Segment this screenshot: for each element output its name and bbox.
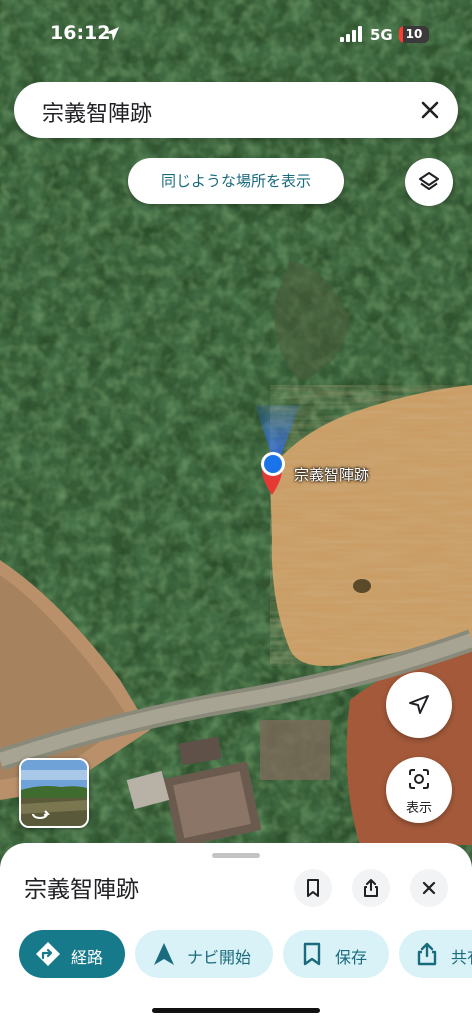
bookmark-icon (303, 942, 321, 966)
street-view-thumbnail[interactable] (19, 758, 89, 828)
search-query[interactable]: 宗義智陣跡 (42, 96, 152, 128)
show-similar-places-button[interactable]: 同じような場所を表示 (128, 158, 344, 204)
map-layers-button[interactable] (405, 158, 453, 206)
start-navigation-button[interactable]: ナビ開始 (135, 930, 273, 978)
map-pin-label[interactable]: 宗義智陣跡 (294, 464, 369, 485)
cellular-signal-icon (340, 26, 362, 42)
bookmark-icon (307, 879, 319, 897)
battery-indicator: 10 (399, 26, 429, 43)
my-location-button[interactable] (386, 672, 452, 738)
camera-lens-icon (409, 769, 429, 789)
close-icon (422, 881, 436, 895)
directions-label: 経路 (71, 948, 104, 967)
share-label: 共有 (451, 948, 472, 967)
start-navigation-label: ナビ開始 (187, 948, 252, 967)
share-place-button[interactable] (352, 869, 390, 907)
sheet-drag-handle[interactable] (212, 853, 260, 858)
save-button[interactable]: 保存 (283, 930, 389, 978)
close-icon[interactable] (416, 96, 444, 124)
search-bar[interactable]: 宗義智陣跡 (14, 82, 458, 138)
layers-icon (419, 172, 439, 190)
place-title: 宗義智陣跡 (24, 877, 139, 903)
lens-view-button[interactable]: 表示 (386, 757, 452, 823)
home-indicator[interactable] (152, 1008, 320, 1013)
lens-view-label: 表示 (405, 801, 432, 816)
share-button[interactable]: 共有 (399, 930, 472, 978)
location-services-icon (105, 27, 119, 41)
directions-icon (36, 942, 60, 966)
status-bar: 16:12 5G 10 (0, 0, 472, 70)
navigation-arrow-icon (154, 943, 174, 965)
street-view-preview (21, 760, 87, 826)
share-icon (364, 879, 378, 897)
place-bottom-sheet[interactable]: 宗義智陣跡 経路 ナビ開始 保存 共 (0, 843, 472, 1024)
battery-level: 10 (405, 27, 423, 41)
save-label: 保存 (335, 948, 368, 967)
share-icon (417, 942, 437, 966)
directions-button[interactable]: 経路 (19, 930, 125, 978)
network-type: 5G (370, 26, 393, 44)
save-place-button[interactable] (294, 869, 332, 907)
navigation-arrow-icon (409, 695, 429, 714)
close-sheet-button[interactable] (410, 869, 448, 907)
clock: 16:12 (50, 22, 111, 44)
